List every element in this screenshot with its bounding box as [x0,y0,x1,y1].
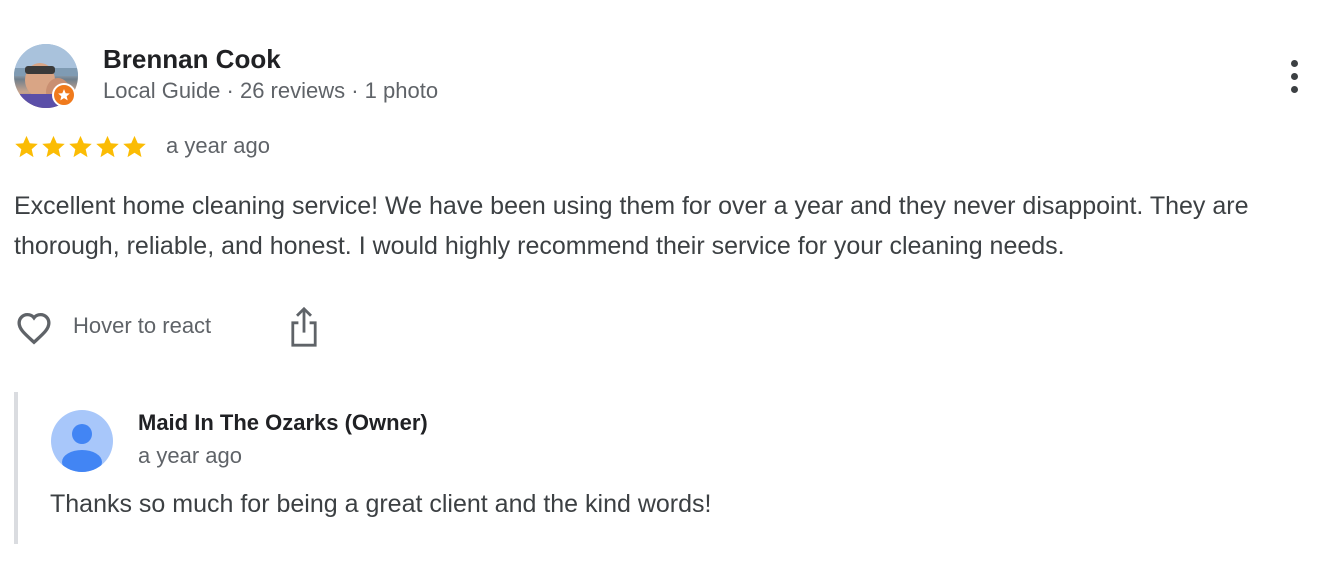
owner-reply-text: Thanks so much for being a great client … [50,490,712,518]
more-vert-dot [1290,85,1298,93]
react-button[interactable]: Hover to react [13,306,211,346]
star-icon [42,135,65,158]
reviewer-meta: Local Guide · 26 reviews · 1 photo [103,78,439,103]
reply-divider [14,392,18,544]
more-vert-dot [1290,72,1298,80]
share-button[interactable] [287,306,321,353]
owner-name: Maid In The Ozarks (Owner) [138,410,428,435]
react-label: Hover to react [73,313,212,338]
reviewer-name[interactable]: Brennan Cook [103,44,281,75]
default-avatar-icon [62,424,102,472]
heart-icon [17,312,51,345]
owner-avatar [51,410,113,472]
review-time: a year ago [166,133,270,158]
owner-reply-time: a year ago [138,443,242,468]
star-rating [13,133,148,160]
star-icon [123,135,146,158]
star-icon [15,135,38,158]
review-text: Excellent home cleaning service! We have… [14,192,1249,260]
star-icon [69,135,92,158]
more-options-button[interactable] [1278,56,1310,96]
more-vert-icon [1290,59,1298,67]
local-guide-star-icon [58,89,70,101]
share-icon [291,306,317,347]
star-icon [96,135,119,158]
local-guide-badge [52,83,76,107]
